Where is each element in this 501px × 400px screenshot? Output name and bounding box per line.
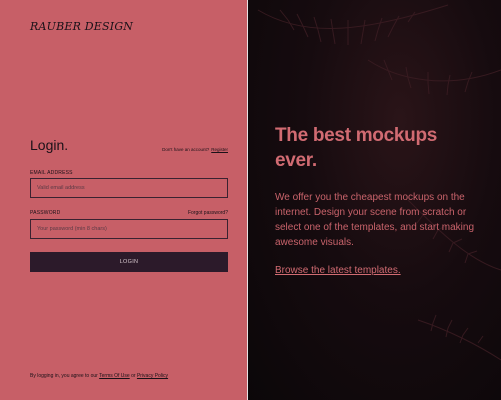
terms-notice: By logging in, you agree to our Terms Of… [30,373,168,379]
password-label: PASSWORD [30,210,61,216]
register-link[interactable]: Register [211,147,228,152]
brand-logo[interactable]: RAUBER DESIGN [30,20,133,33]
forgot-password-link[interactable]: Forgot password? [188,210,228,216]
password-field[interactable] [30,219,228,239]
email-field[interactable] [30,178,228,198]
email-label: EMAIL ADDRESS [30,170,73,176]
terms-prefix: By logging in, you agree to our [30,373,98,379]
browse-templates-link[interactable]: Browse the latest templates. [275,265,401,276]
login-panel: RAUBER DESIGN Login. Don't have an accou… [0,0,248,400]
login-heading: Login. [30,137,69,153]
terms-and: or [131,373,136,379]
login-button[interactable]: LOGIN [30,252,228,272]
signup-prompt: Don't have an account? Register [162,147,228,152]
hero-description: We offer you the cheapest mockups on the… [275,192,474,248]
terms-of-use-link[interactable]: Terms Of Use [99,373,130,379]
privacy-policy-link[interactable]: Privacy Policy [137,373,168,379]
login-page: RAUBER DESIGN Login. Don't have an accou… [0,0,501,400]
hero-headline: The best mockups ever. [275,125,438,171]
signup-prompt-text: Don't have an account? [162,147,210,152]
hero-panel: The best mockups ever. We offer you the … [248,0,501,400]
